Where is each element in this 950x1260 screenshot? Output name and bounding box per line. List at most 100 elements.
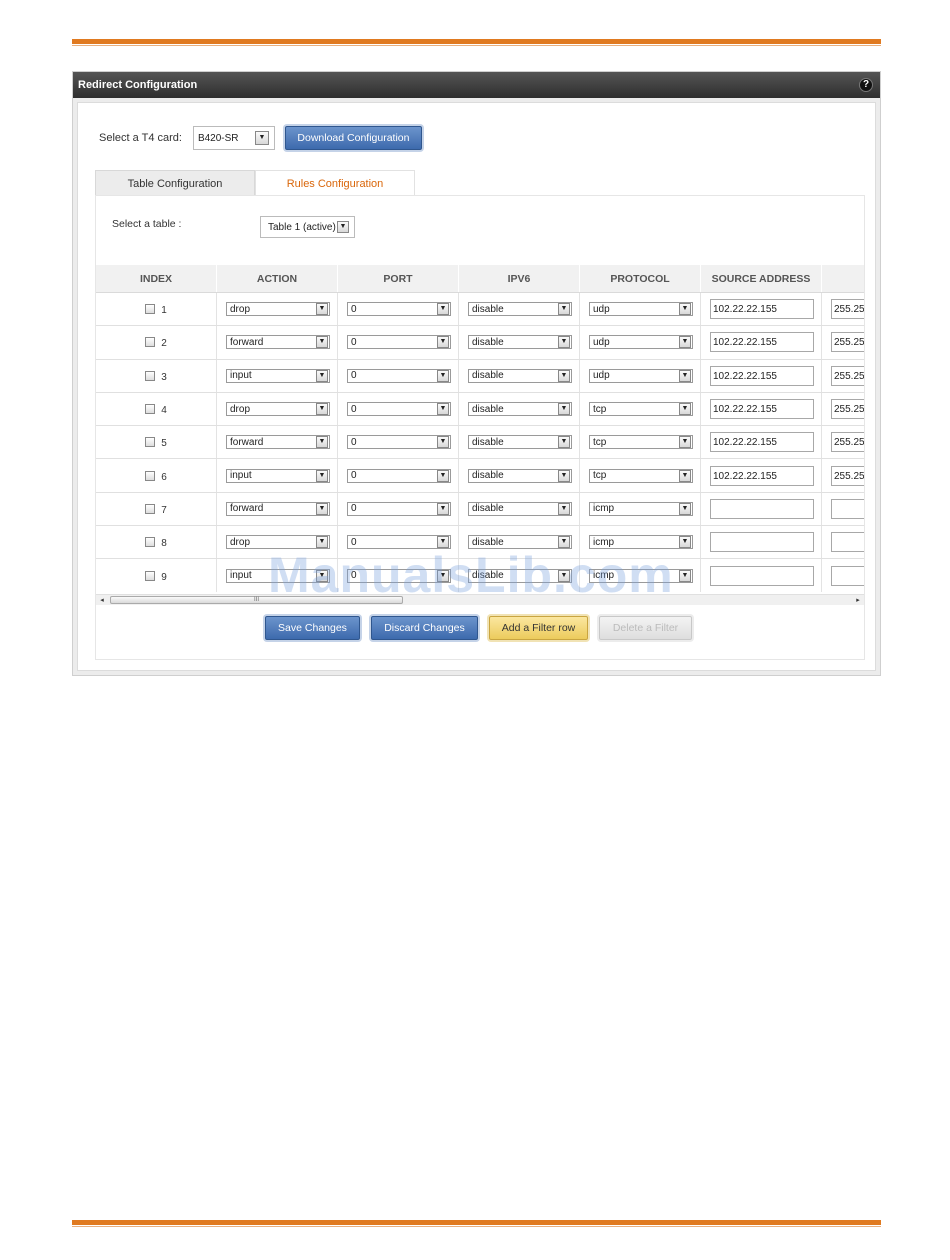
source-address-input[interactable] bbox=[710, 565, 814, 586]
source-address-input[interactable]: 102.22.22.155 bbox=[710, 332, 814, 353]
chevron-down-icon[interactable]: ▼ bbox=[437, 436, 449, 449]
chevron-down-icon[interactable]: ▼ bbox=[337, 221, 349, 233]
row-checkbox[interactable] bbox=[145, 503, 156, 514]
discard-changes-button[interactable]: Discard Changes bbox=[371, 616, 478, 640]
chevron-down-icon[interactable]: ▼ bbox=[679, 303, 691, 316]
row-checkbox[interactable] bbox=[145, 337, 156, 348]
scroll-right-icon[interactable]: ▸ bbox=[852, 595, 864, 606]
chevron-down-icon[interactable]: ▼ bbox=[679, 536, 691, 549]
port-select[interactable]: 0 ▼ bbox=[347, 402, 451, 417]
source-mask-input[interactable]: 255.25 bbox=[831, 399, 864, 420]
chevron-down-icon[interactable]: ▼ bbox=[254, 131, 269, 145]
chevron-down-icon[interactable]: ▼ bbox=[679, 469, 691, 482]
chevron-down-icon[interactable]: ▼ bbox=[679, 336, 691, 349]
row-checkbox[interactable] bbox=[145, 537, 156, 548]
port-select[interactable]: 0 ▼ bbox=[347, 302, 451, 317]
ipv6-select[interactable]: disable ▼ bbox=[468, 368, 572, 383]
chevron-down-icon[interactable]: ▼ bbox=[437, 369, 449, 382]
chevron-down-icon[interactable]: ▼ bbox=[679, 369, 691, 382]
source-mask-cell: 255.25 bbox=[822, 426, 864, 458]
source-mask-input[interactable]: 255.25 bbox=[831, 365, 864, 386]
source-mask-input[interactable] bbox=[831, 565, 864, 586]
row-checkbox[interactable] bbox=[145, 404, 156, 415]
chevron-down-icon[interactable]: ▼ bbox=[558, 436, 570, 449]
protocol-select[interactable]: tcp ▼ bbox=[589, 468, 693, 483]
row-checkbox[interactable] bbox=[145, 437, 156, 448]
chevron-down-icon[interactable]: ▼ bbox=[558, 403, 570, 416]
source-mask-input[interactable]: 255.25 bbox=[831, 332, 864, 353]
source-address-input[interactable]: 102.22.22.155 bbox=[710, 399, 814, 420]
action-select[interactable]: forward ▼ bbox=[226, 501, 330, 516]
protocol-select[interactable]: udp ▼ bbox=[589, 302, 693, 317]
chevron-down-icon[interactable]: ▼ bbox=[437, 336, 449, 349]
chevron-down-icon[interactable]: ▼ bbox=[437, 502, 449, 515]
help-icon[interactable]: ? bbox=[859, 78, 873, 92]
protocol-select[interactable]: tcp ▼ bbox=[589, 402, 693, 417]
chevron-down-icon[interactable]: ▼ bbox=[558, 502, 570, 515]
action-select[interactable]: input ▼ bbox=[226, 468, 330, 483]
chevron-down-icon[interactable]: ▼ bbox=[316, 502, 328, 515]
tab-table-configuration[interactable]: Table Configuration bbox=[95, 170, 255, 196]
ipv6-select[interactable]: disable ▼ bbox=[468, 302, 572, 317]
action-select[interactable]: forward ▼ bbox=[226, 435, 330, 450]
chevron-down-icon[interactable]: ▼ bbox=[558, 369, 570, 382]
chevron-down-icon[interactable]: ▼ bbox=[679, 436, 691, 449]
source-address-input[interactable]: 102.22.22.155 bbox=[710, 365, 814, 386]
tab-rules-configuration[interactable]: Rules Configuration bbox=[255, 170, 415, 196]
protocol-select[interactable]: udp ▼ bbox=[589, 368, 693, 383]
source-mask-input[interactable] bbox=[831, 532, 864, 553]
row-checkbox[interactable] bbox=[145, 304, 156, 315]
chevron-down-icon[interactable]: ▼ bbox=[316, 436, 328, 449]
delete-filter-button[interactable]: Delete a Filter bbox=[599, 616, 692, 640]
download-configuration-button[interactable]: Download Configuration bbox=[284, 126, 422, 150]
protocol-select[interactable]: tcp ▼ bbox=[589, 435, 693, 450]
ipv6-select[interactable]: disable ▼ bbox=[468, 468, 572, 483]
chevron-down-icon[interactable]: ▼ bbox=[437, 469, 449, 482]
source-address-input[interactable]: 102.22.22.155 bbox=[710, 432, 814, 453]
action-select[interactable]: drop ▼ bbox=[226, 402, 330, 417]
chevron-down-icon[interactable]: ▼ bbox=[437, 403, 449, 416]
chevron-down-icon[interactable]: ▼ bbox=[316, 336, 328, 349]
port-select[interactable]: 0 ▼ bbox=[347, 435, 451, 450]
port-select[interactable]: 0 ▼ bbox=[347, 468, 451, 483]
action-select[interactable]: input ▼ bbox=[226, 368, 330, 383]
save-changes-button[interactable]: Save Changes bbox=[265, 616, 360, 640]
source-address-input[interactable] bbox=[710, 498, 814, 519]
action-select[interactable]: drop ▼ bbox=[226, 302, 330, 317]
port-select[interactable]: 0 ▼ bbox=[347, 368, 451, 383]
row-checkbox[interactable] bbox=[145, 370, 156, 381]
chevron-down-icon[interactable]: ▼ bbox=[437, 303, 449, 316]
chevron-down-icon[interactable]: ▼ bbox=[316, 303, 328, 316]
row-checkbox[interactable] bbox=[145, 570, 156, 581]
card-dropdown[interactable]: B420-SR ▼ bbox=[197, 130, 270, 146]
protocol-select[interactable]: udp ▼ bbox=[589, 335, 693, 350]
chevron-down-icon[interactable]: ▼ bbox=[558, 303, 570, 316]
chevron-down-icon[interactable]: ▼ bbox=[558, 336, 570, 349]
ipv6-select[interactable]: disable ▼ bbox=[468, 501, 572, 516]
source-mask-input[interactable]: 255.25 bbox=[831, 299, 864, 320]
chevron-down-icon[interactable]: ▼ bbox=[558, 469, 570, 482]
source-mask-input[interactable]: 255.25 bbox=[831, 432, 864, 453]
port-select[interactable]: 0 ▼ bbox=[347, 501, 451, 516]
source-mask-input[interactable] bbox=[831, 498, 864, 519]
table-dropdown[interactable]: Table 1 (active) ▼ bbox=[265, 220, 350, 234]
row-checkbox[interactable] bbox=[145, 470, 156, 481]
scroll-left-icon[interactable]: ◂ bbox=[96, 595, 108, 606]
port-select[interactable]: 0 ▼ bbox=[347, 335, 451, 350]
ipv6-select[interactable]: disable ▼ bbox=[468, 435, 572, 450]
chevron-down-icon[interactable]: ▼ bbox=[316, 369, 328, 382]
source-address-input[interactable] bbox=[710, 532, 814, 553]
chevron-down-icon[interactable]: ▼ bbox=[679, 502, 691, 515]
source-address-input[interactable]: 102.22.22.155 bbox=[710, 465, 814, 486]
protocol-select[interactable]: icmp ▼ bbox=[589, 501, 693, 516]
chevron-down-icon[interactable]: ▼ bbox=[316, 403, 328, 416]
ipv6-select[interactable]: disable ▼ bbox=[468, 335, 572, 350]
action-select[interactable]: forward ▼ bbox=[226, 335, 330, 350]
chevron-down-icon[interactable]: ▼ bbox=[679, 403, 691, 416]
chevron-down-icon[interactable]: ▼ bbox=[679, 569, 691, 582]
source-address-input[interactable]: 102.22.22.155 bbox=[710, 299, 814, 320]
ipv6-select[interactable]: disable ▼ bbox=[468, 402, 572, 417]
chevron-down-icon[interactable]: ▼ bbox=[316, 469, 328, 482]
add-filter-row-button[interactable]: Add a Filter row bbox=[489, 616, 588, 640]
source-mask-input[interactable]: 255.25 bbox=[831, 465, 864, 486]
